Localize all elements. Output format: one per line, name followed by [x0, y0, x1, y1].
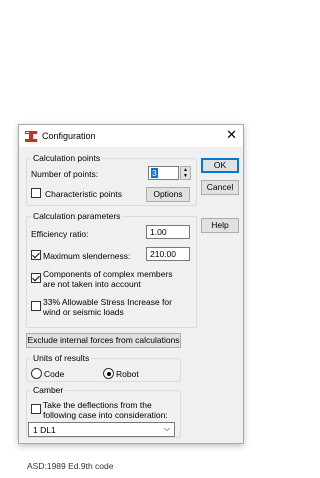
characteristic-points-checkbox[interactable] — [31, 188, 41, 198]
max-slenderness-label: Maximum slenderness: — [43, 251, 131, 261]
characteristic-points-label: Characteristic points — [45, 189, 123, 199]
footer-code-text: ASD:1989 Ed.9th code — [27, 461, 114, 471]
units-robot-radio[interactable] — [103, 368, 114, 379]
dialog-title: Configuration — [42, 131, 96, 141]
options-button[interactable]: Options — [146, 187, 190, 202]
take-deflections-checkbox[interactable] — [31, 404, 41, 414]
camber-case-dropdown[interactable]: 1 DL1 ⌵ — [28, 422, 175, 437]
units-of-results-caption: Units of results — [31, 353, 92, 363]
number-of-points-label: Number of points: — [31, 169, 99, 179]
max-slenderness-input[interactable]: 210.00 — [146, 247, 190, 261]
number-of-points-input[interactable]: 3 — [148, 166, 179, 180]
max-slenderness-checkbox[interactable] — [31, 250, 41, 260]
spinner-arrows-icon[interactable]: ▲ ▼ — [180, 166, 191, 180]
number-of-points-value: 3 — [151, 168, 158, 178]
title-bar: Configuration ✕ — [19, 125, 243, 147]
efficiency-ratio-input[interactable]: 1.00 — [146, 225, 190, 239]
cancel-button[interactable]: Cancel — [201, 180, 239, 195]
stress-increase-checkbox[interactable] — [31, 301, 41, 311]
take-deflections-label-line1: Take the deflections from the — [43, 400, 152, 410]
efficiency-ratio-label: Efficiency ratio: — [31, 229, 89, 239]
take-deflections-label-line2: following case into consideration: — [43, 410, 168, 420]
help-button[interactable]: Help — [201, 218, 239, 233]
camber-case-value: 1 DL1 — [33, 425, 56, 435]
close-icon[interactable]: ✕ — [226, 128, 237, 142]
complex-members-label-line1: Components of complex members — [43, 269, 173, 279]
complex-members-label-line2: are not taken into account — [43, 279, 141, 289]
complex-members-checkbox[interactable] — [31, 273, 41, 283]
units-robot-label: Robot — [116, 369, 139, 379]
units-code-label: Code — [44, 369, 65, 379]
robot-app-icon — [25, 131, 37, 142]
number-of-points-spinner[interactable]: 3 ▲ ▼ — [148, 166, 192, 180]
units-code-radio[interactable] — [31, 368, 42, 379]
exclude-internal-forces-button[interactable]: Exclude internal forces from calculation… — [26, 333, 181, 348]
spin-down-icon[interactable]: ▼ — [181, 173, 190, 179]
camber-caption: Camber — [31, 385, 66, 395]
chevron-down-icon[interactable]: ⌵ — [164, 424, 170, 434]
stress-increase-label-line2: wind or seismic loads — [43, 307, 124, 317]
stress-increase-label-line1: 33% Allowable Stress Increase for — [43, 297, 172, 307]
calculation-parameters-caption: Calculation parameters — [31, 211, 123, 221]
configuration-dialog: Configuration ✕ Calculation points Numbe… — [18, 124, 244, 444]
ok-button[interactable]: OK — [201, 158, 239, 173]
calculation-points-caption: Calculation points — [31, 153, 103, 163]
